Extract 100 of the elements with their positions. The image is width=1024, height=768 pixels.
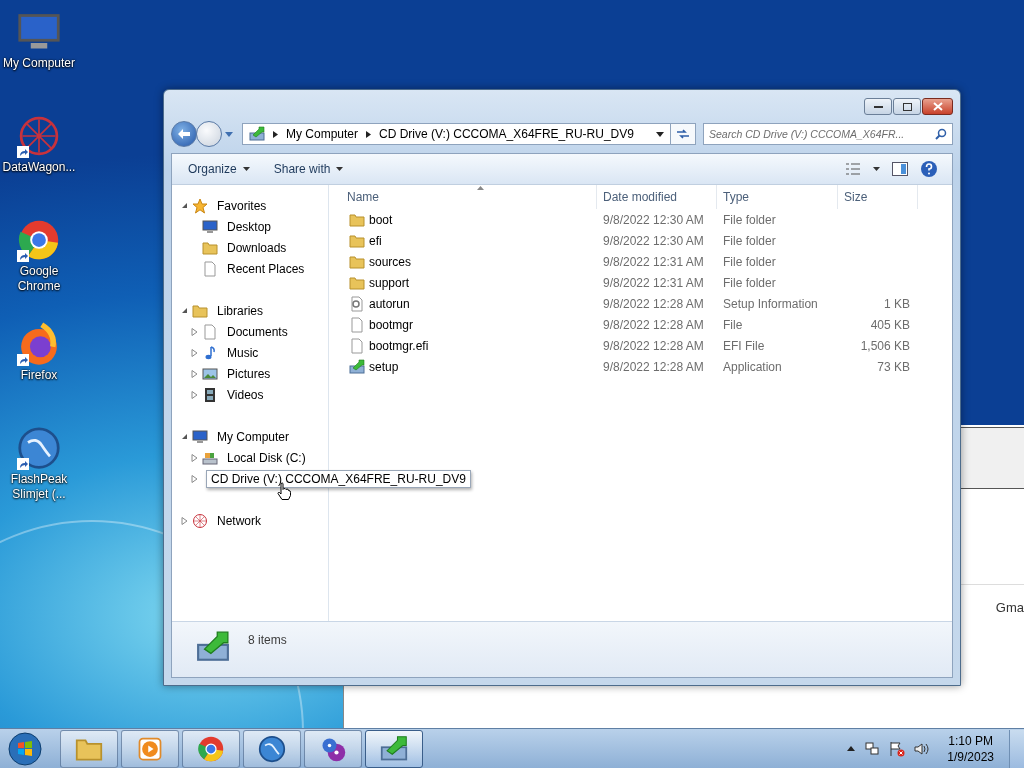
taskbar-button[interactable]: [121, 729, 179, 768]
collapse-arrow-icon[interactable]: [181, 433, 188, 440]
close-icon: [932, 102, 943, 111]
table-cell-text: 9/8/2022 12:28 AM: [602, 359, 705, 374]
expand-arrow-icon[interactable]: [191, 369, 198, 378]
table-cell-text: File folder: [722, 254, 777, 269]
maximize-button[interactable]: [893, 98, 921, 115]
navigation-item[interactable]: Recent Places: [222, 259, 310, 278]
close-button[interactable]: [922, 98, 953, 115]
taskbar-button[interactable]: [60, 729, 118, 768]
table-cell-text: 9/8/2022 12:31 AM: [602, 254, 705, 269]
navigation-item[interactable]: Videos: [222, 385, 269, 404]
sort-arrow-icon: [477, 186, 484, 190]
file-name[interactable]: boot: [369, 212, 393, 227]
navigation-item[interactable]: Downloads: [222, 238, 292, 257]
collapse-arrow-icon[interactable]: [181, 307, 188, 314]
navigation-item[interactable]: Favorites: [212, 196, 272, 215]
navigation-item[interactable]: Network: [212, 511, 266, 530]
drive-arrow-icon: [380, 734, 408, 763]
desktop-icon-label[interactable]: Firefox: [1, 368, 77, 383]
file-name[interactable]: bootmgr.efi: [369, 338, 429, 353]
drive-arrow-icon: [349, 358, 365, 375]
navigation-item[interactable]: Libraries: [212, 301, 269, 320]
table-cell-text: 9/8/2022 12:31 AM: [602, 275, 705, 290]
desktop-icon-label[interactable]: DataWagon...: [1, 160, 77, 175]
back-button[interactable]: [171, 121, 197, 147]
address-bar[interactable]: My Computer CD Drive (V:) CCCOMA_X64FRE_RU-RU_DV9: [242, 123, 671, 145]
window-text: Gma: [995, 600, 1024, 615]
flag-icon[interactable]: [889, 740, 906, 757]
maximize-icon: [902, 102, 912, 111]
breadcrumb[interactable]: My Computer: [286, 127, 359, 141]
table-cell-text: 9/8/2022 12:28 AM: [602, 338, 705, 353]
expand-arrow-icon[interactable]: [191, 390, 198, 399]
dropdown-arrow-icon[interactable]: [656, 131, 664, 137]
taskbar-button[interactable]: [365, 729, 423, 768]
navigation-item[interactable]: Desktop: [222, 217, 277, 236]
breadcrumb-arrow-icon: [273, 130, 278, 138]
monitor-icon: [202, 218, 218, 235]
expand-arrow-icon[interactable]: [191, 327, 198, 336]
taskbar-button[interactable]: [243, 729, 301, 768]
desktop-icon-label[interactable]: My Computer: [1, 56, 77, 71]
forward-button[interactable]: [196, 121, 222, 147]
minimize-button[interactable]: [864, 98, 892, 115]
clock[interactable]: 1:10 PM 1/9/2023: [947, 732, 994, 765]
document-icon: [349, 316, 365, 333]
navigation-item[interactable]: Documents: [222, 322, 293, 341]
monitor-icon: [192, 428, 208, 445]
start-button[interactable]: [5, 729, 45, 768]
table-cell-text: Setup Information: [722, 296, 819, 311]
navigation-item[interactable]: Local Disk (C:): [222, 448, 311, 467]
help-icon[interactable]: [920, 160, 938, 178]
taskbar-button[interactable]: [304, 729, 362, 768]
expand-arrow-icon[interactable]: [191, 348, 198, 357]
file-name[interactable]: setup: [369, 359, 399, 374]
expand-arrow-icon[interactable]: [191, 453, 198, 462]
search-field[interactable]: Search CD Drive (V:) CCCOMA_X64FR...: [703, 123, 953, 145]
navigation-item[interactable]: My Computer: [212, 427, 295, 446]
breadcrumb-arrow-icon: [366, 130, 372, 138]
star-icon: [192, 197, 208, 214]
table-cell-text: Application: [722, 359, 783, 374]
table-cell: 73 KB: [877, 359, 910, 374]
collapse-arrow-icon[interactable]: [181, 202, 188, 209]
file-name[interactable]: efi: [369, 233, 382, 248]
preview-pane-icon[interactable]: [892, 162, 908, 176]
gear-document-icon: [349, 295, 365, 312]
navigation-item[interactable]: Pictures: [222, 364, 276, 383]
folder-icon: [192, 302, 208, 319]
column-header[interactable]: Type: [717, 185, 838, 209]
desktop-icon-label[interactable]: Google Chrome: [1, 264, 77, 294]
table-cell-text: 9/8/2022 12:28 AM: [602, 296, 705, 311]
refresh-button[interactable]: [670, 123, 696, 145]
breadcrumb[interactable]: CD Drive (V:) CCCOMA_X64FRE_RU-RU_DV9: [379, 127, 634, 141]
folder-icon: [349, 274, 365, 291]
folder-icon: [202, 239, 218, 256]
expand-arrow-icon[interactable]: [181, 516, 188, 525]
drive-arrow-icon: [249, 126, 265, 142]
refresh-arrows-icon: [676, 128, 690, 140]
speaker-icon[interactable]: [914, 740, 931, 757]
minimize-icon: [873, 105, 883, 108]
file-name[interactable]: autorun: [369, 296, 410, 311]
file-name[interactable]: bootmgr: [369, 317, 414, 332]
navigation-item[interactable]: Music: [222, 343, 264, 362]
table-cell: 1,506 KB: [860, 338, 910, 353]
column-header[interactable]: Size: [838, 185, 918, 209]
file-name[interactable]: sources: [369, 254, 412, 269]
toolbar-menu-button[interactable]: Organize: [182, 158, 256, 180]
column-header[interactable]: Date modified: [597, 185, 717, 209]
toolbar-menu-button[interactable]: Share with: [267, 158, 350, 180]
dropdown-arrow-icon[interactable]: [873, 167, 880, 171]
caret-icon: [242, 167, 250, 171]
file-name[interactable]: support: [369, 275, 410, 290]
folder-icon: [349, 253, 365, 270]
browser-icon: [17, 218, 61, 262]
document-icon: [202, 260, 218, 277]
table-cell-text: 9/8/2022 12:30 AM: [602, 212, 705, 227]
caret-up-icon[interactable]: [847, 746, 856, 751]
expand-arrow-icon[interactable]: [191, 474, 198, 483]
taskbar-button[interactable]: [182, 729, 240, 768]
navigation-item[interactable]: CD Drive (V:) CCCOMA_X64FRE_RU-RU_DV9: [206, 469, 471, 488]
network-icon[interactable]: [864, 740, 881, 757]
